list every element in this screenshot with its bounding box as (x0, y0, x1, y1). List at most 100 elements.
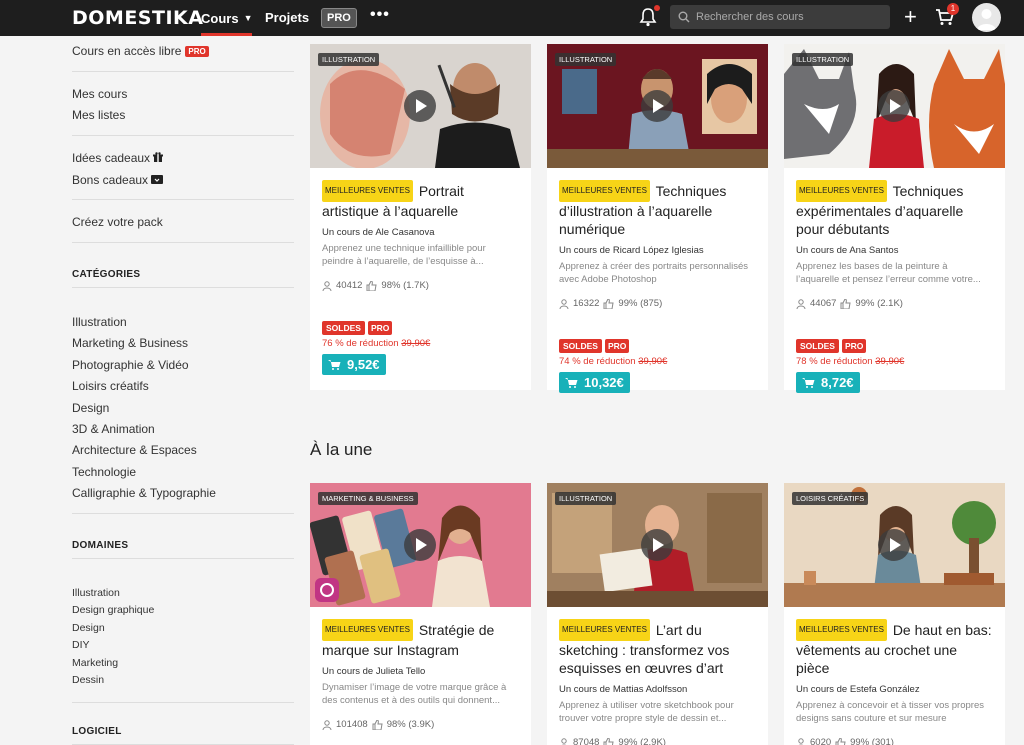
more-options-icon[interactable]: ••• (370, 6, 390, 24)
course-author[interactable]: Un cours de Mattias Adolfsson (559, 684, 756, 695)
discount-label: 74 % de réduction (559, 356, 636, 367)
course-description: Apprenez à utiliser votre sketchbook pou… (559, 700, 734, 724)
discount-text: 76 % de réduction 39,90€ (322, 338, 519, 349)
buy-price-button[interactable]: 8,72€ (796, 372, 860, 393)
thumbs-up-icon (366, 280, 378, 291)
divider (72, 513, 294, 514)
course-title[interactable]: MEILLEURES VENTES Techniques d’illustrat… (559, 180, 756, 238)
chevron-down-icon: ▼ (243, 13, 253, 23)
category-item[interactable]: Design (72, 401, 109, 415)
domaine-item[interactable]: Marketing (72, 657, 118, 669)
domestika-logo[interactable]: DOMESTIKA (72, 7, 203, 29)
user-avatar[interactable] (972, 3, 1001, 32)
nav-projets-link[interactable]: Projets (265, 10, 309, 25)
course-card[interactable]: ILLUSTRATION MEILLEURES VENTES Technique… (547, 44, 768, 393)
sidebar-item-label: Cours en accès libre (72, 44, 182, 58)
course-author[interactable]: Un cours de Ale Casanova (322, 227, 519, 238)
course-author[interactable]: Un cours de Julieta Tello (322, 666, 519, 677)
nav-cours-menu[interactable]: Cours ▼ (201, 0, 253, 36)
category-item[interactable]: Calligraphie & Typographie (72, 486, 216, 500)
category-item[interactable]: Marketing & Business (72, 336, 188, 350)
course-title[interactable]: MEILLEURES VENTES Stratégie de marque su… (322, 619, 519, 659)
pro-badge: PRO (185, 46, 209, 57)
category-tag: MARKETING & BUSINESS (318, 492, 418, 505)
search-box[interactable] (670, 5, 890, 29)
course-title[interactable]: MEILLEURES VENTES L’art du sketching : t… (559, 619, 756, 677)
category-item[interactable]: Architecture & Espaces (72, 443, 197, 457)
discount-label: 76 % de réduction (322, 338, 399, 349)
course-thumbnail[interactable]: ILLUSTRATION (310, 44, 531, 168)
divider (72, 287, 294, 288)
category-tag: ILLUSTRATION (318, 53, 380, 66)
user-icon (322, 719, 332, 730)
thumbs-up-icon (603, 737, 615, 745)
category-item[interactable]: Illustration (72, 315, 127, 329)
course-author[interactable]: Un cours de Estefa González (796, 684, 993, 695)
logiciel-heading: LOGICIEL (72, 726, 122, 737)
bestseller-badge: MEILLEURES VENTES (796, 180, 887, 202)
course-card[interactable]: ILLUSTRATION MEILLEURES VENTES L’art du … (547, 483, 768, 745)
play-icon[interactable] (404, 529, 436, 561)
search-input[interactable] (696, 11, 886, 23)
bestseller-badge: MEILLEURES VENTES (322, 619, 413, 641)
domaine-item[interactable]: Design graphique (72, 604, 154, 616)
course-thumbnail[interactable]: MARKETING & BUSINESS (310, 483, 531, 607)
category-item[interactable]: Technologie (72, 465, 136, 479)
user-icon (559, 298, 569, 309)
bestseller-badge: MEILLEURES VENTES (559, 180, 650, 202)
category-item[interactable]: 3D & Animation (72, 422, 155, 436)
course-title[interactable]: MEILLEURES VENTES Portrait artistique à … (322, 180, 519, 220)
students-count: 6020 (810, 737, 832, 745)
course-thumbnail[interactable]: ILLUSTRATION (547, 44, 768, 168)
course-thumbnail[interactable]: ILLUSTRATION (784, 44, 1005, 168)
sidebar-item-creez-pack[interactable]: Créez votre pack (72, 215, 163, 229)
course-stats: 101408 98% (3.9K) (322, 719, 519, 730)
course-thumbnail[interactable]: ILLUSTRATION (547, 483, 768, 607)
cart-icon (802, 378, 815, 388)
category-tag: ILLUSTRATION (555, 492, 617, 505)
play-icon[interactable] (641, 90, 673, 122)
create-plus-icon[interactable]: + (904, 4, 917, 30)
sidebar-item-cours-libre[interactable]: Cours en accès libre PRO (72, 44, 209, 58)
category-item[interactable]: Loisirs créatifs (72, 379, 149, 393)
buy-price-button[interactable]: 9,52€ (322, 354, 386, 375)
course-thumbnail[interactable]: LOISIRS CRÉATIFS (784, 483, 1005, 607)
pro-badge: PRO (367, 321, 393, 335)
category-item[interactable]: Photographie & Vidéo (72, 358, 189, 372)
play-icon[interactable] (878, 529, 910, 561)
course-title[interactable]: MEILLEURES VENTES De haut en bas: vêteme… (796, 619, 993, 677)
course-description: Apprenez à concevoir et à tisser vos pro… (796, 700, 984, 724)
domaine-item[interactable]: Dessin (72, 674, 104, 686)
course-stats: 44067 99% (2.1K) (796, 298, 993, 309)
rating: 98% (1.7K) (381, 280, 429, 291)
course-card[interactable]: ILLUSTRATION MEILLEURES VENTES Portrait … (310, 44, 531, 390)
course-title[interactable]: MEILLEURES VENTES Techniques expérimenta… (796, 180, 993, 238)
play-icon[interactable] (641, 529, 673, 561)
play-icon[interactable] (878, 90, 910, 122)
sidebar-item-label: Bons cadeaux (72, 173, 149, 187)
course-card[interactable]: ILLUSTRATION MEILLEURES VENTES Technique… (784, 44, 1005, 393)
gift-card-icon (151, 175, 164, 184)
domaine-item[interactable]: Design (72, 622, 105, 634)
play-icon[interactable] (404, 90, 436, 122)
sidebar-item-bons-cadeaux[interactable]: Bons cadeaux (72, 173, 164, 187)
thumbs-up-icon (840, 298, 852, 309)
domaine-item[interactable]: Illustration (72, 587, 120, 599)
rating: 99% (875) (618, 298, 663, 309)
course-card[interactable]: MARKETING & BUSINESS MEILLEURES VENTES S… (310, 483, 531, 745)
divider (72, 135, 294, 136)
course-author[interactable]: Un cours de Ana Santos (796, 245, 993, 256)
rating: 98% (3.9K) (386, 719, 435, 730)
course-author[interactable]: Un cours de Ricard López Iglesias (559, 245, 756, 256)
divider (72, 199, 294, 200)
sidebar-item-mes-listes[interactable]: Mes listes (72, 108, 125, 122)
domaine-item[interactable]: DIY (72, 639, 90, 651)
sidebar-item-mes-cours[interactable]: Mes cours (72, 87, 127, 101)
sale-badge: SOLDES (559, 339, 602, 353)
buy-price-button[interactable]: 10,32€ (559, 372, 630, 393)
course-description: Dynamiser l’image de votre marque grâce … (322, 682, 507, 706)
course-stats: 87048 99% (2.9K) (559, 737, 756, 745)
course-card[interactable]: LOISIRS CRÉATIFS MEILLEURES VENTES De ha… (784, 483, 1005, 745)
nav-pro-button[interactable]: PRO (321, 8, 357, 28)
sidebar-item-idees-cadeaux[interactable]: Idées cadeaux (72, 151, 164, 165)
